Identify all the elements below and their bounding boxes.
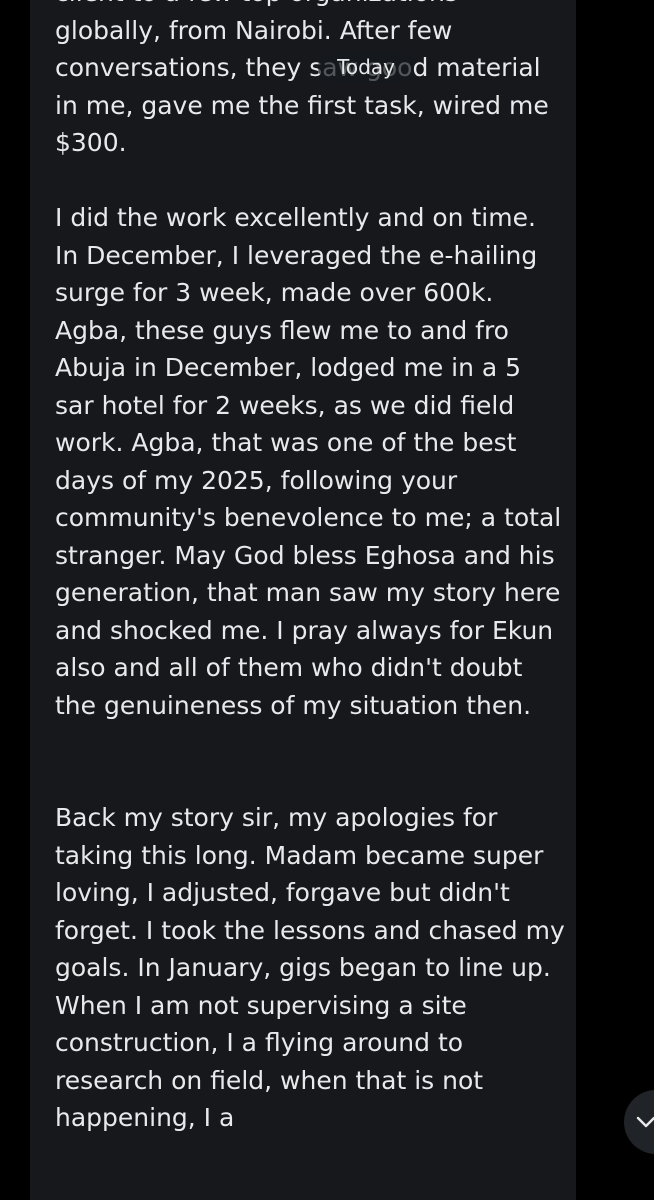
chat-thread[interactable]: client to a few top organizations global… <box>0 0 654 1200</box>
message-text: client to a few top organizations global… <box>55 0 565 1132</box>
date-separator: Today <box>318 50 414 84</box>
chat-screen: client to a few top organizations global… <box>0 0 654 1200</box>
chevron-down-icon <box>636 1116 654 1128</box>
